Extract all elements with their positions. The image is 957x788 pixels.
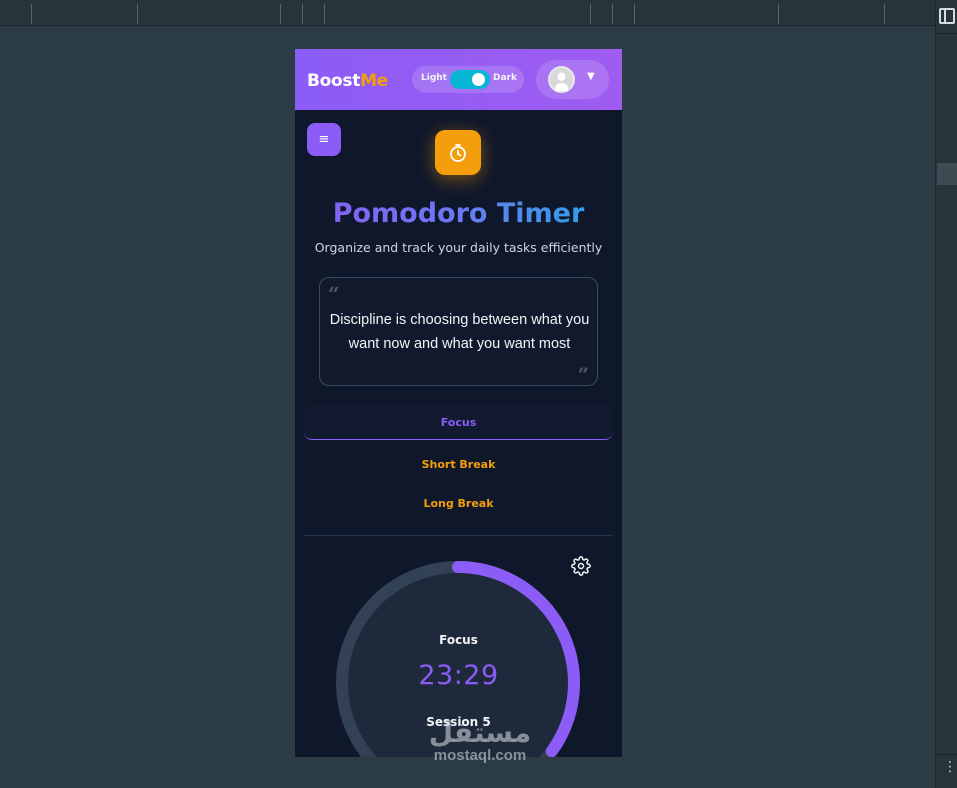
chevron-down-icon: ▼ <box>587 71 595 82</box>
brand-logo[interactable]: BoostMe <box>307 71 388 91</box>
open-quote-icon: “ <box>328 282 340 306</box>
devtools-toolbar <box>0 0 935 26</box>
panel-toggle-icon[interactable] <box>939 8 955 24</box>
quote-text: Discipline is choosing between what you … <box>329 312 590 352</box>
app-viewport: BoostMe Light Dark ▼ ≡ Pomodoro Timer Or… <box>295 49 622 757</box>
timer-display: 23:29 <box>418 660 499 691</box>
page-subtitle: Organize and track your daily tasks effi… <box>314 240 603 255</box>
devtools-side-panel: ⋮ <box>935 0 957 788</box>
theme-switch[interactable] <box>450 70 490 89</box>
tab-long-break[interactable]: Long Break <box>304 487 613 521</box>
user-menu-button[interactable]: ▼ <box>536 60 609 99</box>
watermark-arabic: مستقل <box>428 716 532 749</box>
menu-button[interactable]: ≡ <box>307 123 341 156</box>
close-quote-icon: ” <box>577 363 589 387</box>
tab-focus[interactable]: Focus <box>304 406 613 440</box>
navbar: BoostMe Light Dark ▼ <box>295 49 622 110</box>
timer-mode-label: Focus <box>439 633 478 647</box>
theme-light-label: Light <box>421 73 447 83</box>
theme-toggle[interactable]: Light Dark <box>412 66 524 93</box>
theme-dark-label: Dark <box>493 73 517 83</box>
divider <box>304 535 613 536</box>
menu-icon: ≡ <box>318 132 330 147</box>
quote-card: “ Discipline is choosing between what yo… <box>319 277 598 387</box>
watermark: مستقل mostaql.com <box>420 718 540 764</box>
more-icon[interactable]: ⋮ <box>943 760 957 774</box>
scrollbar-thumb[interactable] <box>937 163 957 185</box>
avatar <box>548 66 575 93</box>
watermark-latin: mostaql.com <box>433 747 527 764</box>
page-title: Pomodoro Timer <box>295 198 622 229</box>
timer-icon <box>435 130 481 175</box>
switch-knob <box>472 73 485 86</box>
tab-short-break[interactable]: Short Break <box>304 448 613 482</box>
